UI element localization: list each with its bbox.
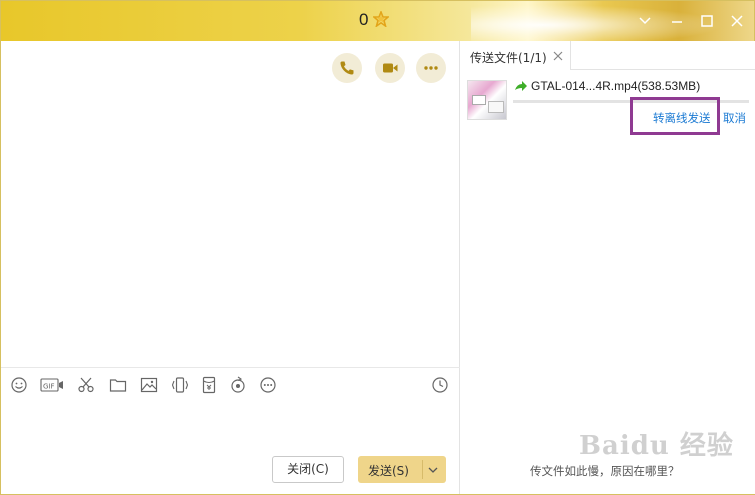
- tab-file-transfer-label: 传送文件(1/1): [470, 51, 547, 65]
- input-divider: [1, 367, 460, 368]
- file-name: GTAL-014...4R.mp4(538.53MB): [531, 79, 701, 93]
- cancel-link[interactable]: 取消: [723, 110, 746, 126]
- chevron-down-icon[interactable]: [637, 13, 653, 29]
- score-value: 0: [359, 10, 369, 29]
- scissors-icon[interactable]: [77, 376, 95, 394]
- phone-icon: [340, 61, 354, 75]
- close-button[interactable]: 关闭(C): [272, 456, 344, 483]
- tab-divider: [571, 69, 755, 70]
- maximize-icon[interactable]: [699, 13, 715, 29]
- close-icon[interactable]: [553, 51, 563, 61]
- watermark-logo: Baidu 经验: [579, 431, 734, 461]
- video-call-button[interactable]: [375, 53, 405, 83]
- more-icon: [424, 66, 438, 70]
- red-packet-icon[interactable]: [200, 376, 218, 394]
- star-icon: [373, 11, 389, 27]
- music-icon[interactable]: [229, 376, 247, 394]
- chat-panel: [1, 41, 460, 494]
- tab-file-transfer[interactable]: 传送文件(1/1): [461, 41, 571, 70]
- svg-text:GIF: GIF: [43, 383, 55, 391]
- shake-icon[interactable]: [171, 376, 189, 394]
- chevron-down-icon[interactable]: [427, 464, 439, 476]
- slow-transfer-tip-link[interactable]: 传文件如此慢，原因在哪里？: [530, 463, 680, 479]
- folder-icon[interactable]: [109, 376, 127, 394]
- titlebar: 0: [1, 1, 754, 41]
- video-call-icon: [383, 63, 398, 73]
- minimize-icon[interactable]: [669, 13, 685, 29]
- send-button-divider: [422, 460, 423, 479]
- more-tools-icon[interactable]: [259, 376, 277, 394]
- image-icon[interactable]: [140, 376, 158, 394]
- chat-window: 0 GIF 关闭(C) 发送(S) 传送文件(1/1) GTAL-014...4…: [0, 0, 755, 495]
- more-options-button[interactable]: [416, 53, 446, 83]
- history-clock-icon[interactable]: [431, 376, 449, 394]
- file-thumbnail: [467, 80, 507, 120]
- send-arrow-icon: [515, 81, 527, 91]
- send-button-label: 发送(S): [368, 464, 409, 478]
- close-icon[interactable]: [729, 13, 745, 29]
- offline-send-link[interactable]: 转离线发送: [653, 110, 711, 126]
- send-button[interactable]: 发送(S): [358, 456, 446, 483]
- emoji-icon[interactable]: [10, 376, 28, 394]
- gif-icon[interactable]: GIF: [40, 376, 64, 394]
- voice-call-button[interactable]: [332, 53, 362, 83]
